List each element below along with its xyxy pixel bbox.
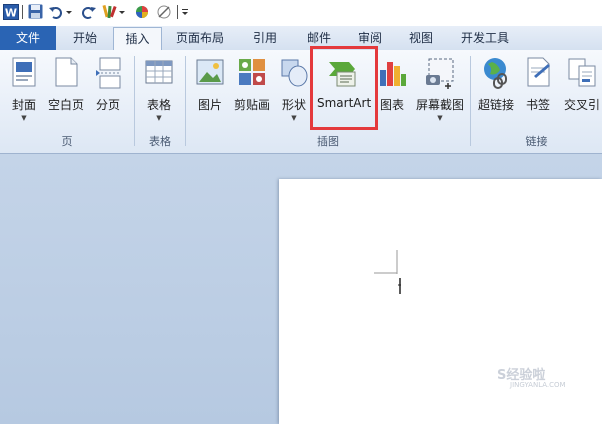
chart-icon — [380, 62, 406, 86]
table-icon — [145, 60, 173, 84]
group-label-illustrations: 插图 — [317, 135, 339, 148]
cross-reference-icon — [568, 58, 596, 87]
redo-icon[interactable] — [80, 3, 97, 20]
format-painter-dropdown-icon[interactable] — [117, 3, 127, 20]
customize-qat-icon[interactable] — [180, 3, 190, 20]
clip-art-icon — [239, 59, 265, 85]
page-break-icon — [96, 57, 121, 89]
bookmark-icon — [527, 57, 550, 87]
word-app-icon[interactable]: W — [2, 3, 19, 20]
smartart-highlight-box — [310, 46, 378, 130]
color-wheel-icon[interactable] — [133, 3, 150, 20]
shapes-icon — [281, 59, 308, 87]
text-cursor-icon — [374, 250, 401, 294]
screenshot-icon — [426, 58, 454, 89]
group-label-links: 链接 — [525, 135, 548, 148]
picture-icon — [196, 59, 224, 85]
watermark-subtext: JINGYANLA.COM — [510, 381, 566, 389]
tab-page-layout[interactable]: 页面布局 — [168, 26, 232, 50]
chevron-down-icon: ▼ — [21, 114, 27, 122]
chevron-down-icon: ▼ — [437, 114, 443, 122]
tab-file[interactable]: 文件 — [0, 26, 56, 50]
quick-access-toolbar: W — [0, 0, 602, 26]
cover-page-icon — [12, 57, 36, 87]
tab-references[interactable]: 引用 — [242, 26, 288, 50]
qat-separator-2 — [177, 5, 178, 19]
svg-text:W: W — [4, 6, 16, 19]
tab-view[interactable]: 视图 — [398, 26, 444, 50]
chevron-down-icon: ▼ — [291, 114, 297, 122]
undo-dropdown-icon[interactable] — [64, 3, 74, 20]
save-icon[interactable] — [27, 3, 44, 20]
group-label-table: 表格 — [149, 135, 171, 148]
cross-reference-label: 交叉引 — [563, 98, 600, 112]
ribbon-tab-bar: 文件 开始 插入 页面布局 引用 邮件 审阅 视图 开发工具 — [0, 26, 602, 51]
page-break-label: 分页 — [95, 98, 120, 112]
table-label: 表格 — [146, 98, 171, 112]
tab-home[interactable]: 开始 — [60, 26, 110, 50]
group-label-page: 页 — [61, 135, 73, 148]
blank-page-icon — [55, 57, 78, 87]
screenshot-label: 屏幕截图 — [415, 98, 464, 112]
chevron-down-icon: ▼ — [156, 114, 162, 122]
ribbon-panel: 封面 ▼ 空白页 分页 页 表格 ▼ 表格 图片 剪贴画 形状 ▼ SmartA… — [0, 50, 602, 154]
hyperlink-icon — [484, 58, 507, 89]
eraser-pen-icon[interactable] — [155, 3, 172, 20]
qat-separator — [22, 5, 23, 19]
tab-insert[interactable]: 插入 — [113, 27, 162, 51]
undo-icon[interactable] — [47, 3, 64, 20]
format-painter-icon[interactable] — [101, 3, 118, 20]
tab-developer[interactable]: 开发工具 — [451, 26, 519, 50]
